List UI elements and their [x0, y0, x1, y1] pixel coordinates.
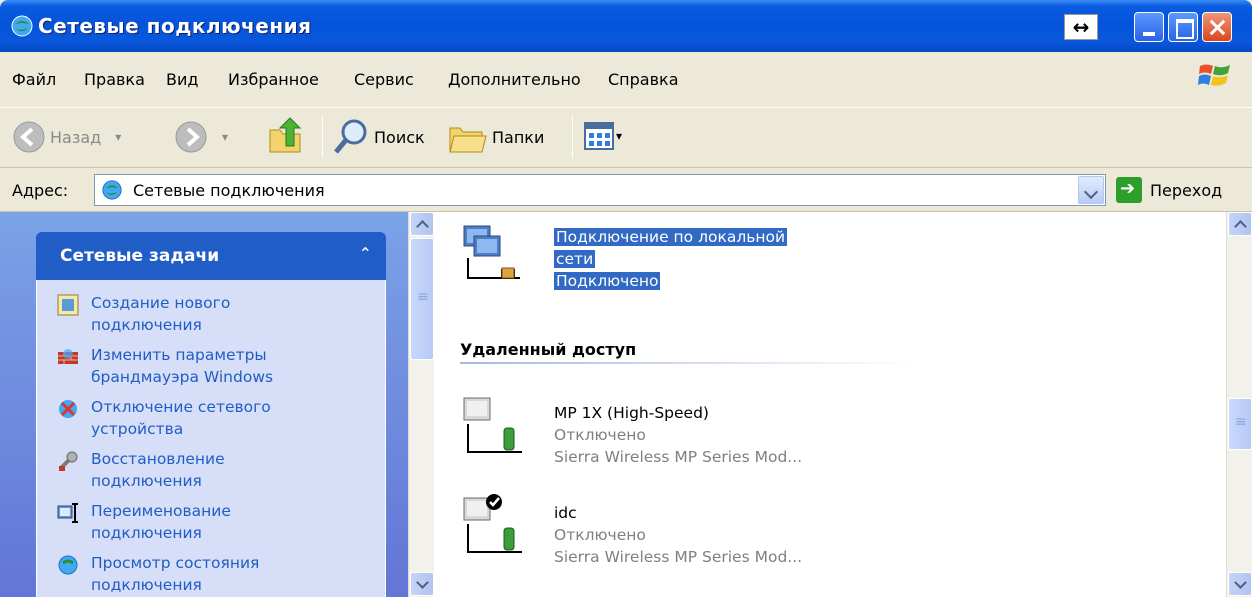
network-connections-icon: [11, 15, 33, 37]
task-label: Создание нового подключения: [91, 294, 231, 334]
task-pane-scrollbar[interactable]: [408, 212, 434, 597]
menu-edit[interactable]: Правка: [84, 70, 145, 89]
explorer-window: Сетевые подключения ↔ Файл Правка Вид Из…: [0, 0, 1252, 597]
rename-icon: [57, 503, 78, 523]
lan-connection-status: Подключено: [554, 272, 661, 290]
menu-advanced[interactable]: Дополнительно: [448, 70, 581, 89]
folders-label: Папки: [492, 127, 545, 147]
scroll-thumb[interactable]: [410, 238, 434, 360]
menu-favorites[interactable]: Избранное: [228, 70, 319, 89]
task-disable-device[interactable]: Отключение сетевого устройства: [57, 396, 321, 440]
back-label: Назад: [50, 127, 102, 147]
close-button[interactable]: [1202, 12, 1232, 42]
search-icon: [334, 119, 367, 154]
scroll-up-icon[interactable]: [410, 212, 434, 236]
disable-device-icon: [59, 400, 77, 418]
up-folder-button[interactable]: [268, 116, 306, 156]
dialup-connection-mp1x[interactable]: MP 1X (High-Speed) Отключено Sierra Wire…: [554, 402, 802, 468]
window-title: Сетевые подключения: [38, 14, 312, 38]
connections-list: Подключение по локальной сети Подключено…: [434, 212, 1226, 597]
network-tasks-header[interactable]: Сетевые задачи ⌃: [36, 232, 386, 280]
back-dropdown-icon[interactable]: ▾: [115, 130, 121, 144]
task-pane: Сетевые задачи ⌃ Создание нового подключ…: [0, 212, 408, 597]
menu-help[interactable]: Справка: [608, 70, 679, 89]
connection-device: Sierra Wireless MP Series Mod...: [554, 548, 803, 566]
back-arrow-icon: [13, 121, 45, 153]
repair-icon: [58, 451, 78, 471]
task-new-connection[interactable]: Создание нового подключения: [57, 292, 321, 336]
go-button[interactable]: Переход: [1116, 177, 1222, 203]
network-connections-icon: [102, 180, 122, 200]
lan-connection-name-line1: Подключение по локальной: [554, 228, 788, 246]
up-folder-icon: [269, 117, 302, 153]
task-repair-connection[interactable]: Восстановление подключения: [57, 448, 321, 492]
connection-device: Sierra Wireless MP Series Mod...: [554, 448, 803, 466]
title-bar[interactable]: Сетевые подключения ↔: [0, 0, 1252, 52]
maximize-button[interactable]: [1168, 12, 1198, 42]
forward-arrow-icon: [175, 121, 207, 153]
toolbar-separator: [322, 116, 323, 158]
content-area: Сетевые задачи ⌃ Создание нового подключ…: [0, 212, 1252, 597]
task-label: Изменить параметры брандмауэра Windows: [91, 346, 274, 386]
scroll-thumb[interactable]: [1228, 398, 1252, 450]
address-label: Адрес:: [12, 181, 69, 200]
task-rename-connection[interactable]: Переименование подключения: [57, 500, 321, 544]
address-input[interactable]: Сетевые подключения: [94, 174, 1106, 206]
go-arrow-icon: [1116, 177, 1142, 203]
connection-status: Отключено: [554, 426, 646, 444]
minimize-button[interactable]: [1134, 12, 1164, 42]
views-dropdown-icon[interactable]: ▾: [616, 129, 622, 143]
dialup-connection-icon[interactable]: [458, 394, 522, 458]
task-firewall-settings[interactable]: Изменить параметры брандмауэра Windows: [57, 344, 321, 388]
search-label: Поиск: [374, 127, 425, 147]
views-icon: [584, 122, 614, 150]
menu-tools[interactable]: Сервис: [354, 70, 414, 89]
toolbar: Назад ▾ ▾ Поиск Папки ▾: [0, 108, 1252, 168]
connection-name: MP 1X (High-Speed): [554, 404, 709, 422]
resize-icon[interactable]: ↔: [1064, 14, 1098, 40]
connection-name: idc: [554, 504, 577, 522]
scroll-down-icon[interactable]: [410, 572, 434, 596]
search-button[interactable]: Поиск: [332, 118, 425, 156]
task-label: Переименование подключения: [91, 502, 231, 542]
network-tasks-list: Создание нового подключения Изменить пар…: [36, 280, 386, 597]
folders-icon: [449, 127, 487, 153]
menu-bar: Файл Правка Вид Избранное Сервис Дополни…: [0, 52, 1252, 108]
address-bar: Адрес: Сетевые подключения Переход: [0, 168, 1252, 212]
new-connection-icon: [57, 294, 79, 316]
firewall-icon: [58, 349, 78, 364]
group-divider: [460, 362, 918, 364]
back-button[interactable]: Назад ▾: [12, 120, 121, 154]
scroll-up-icon[interactable]: [1228, 212, 1252, 236]
toolbar-separator: [572, 116, 573, 158]
lan-connection-icon[interactable]: [458, 222, 522, 286]
menu-view[interactable]: Вид: [166, 70, 198, 89]
forward-dropdown-icon[interactable]: ▾: [222, 130, 228, 144]
lan-connection-label[interactable]: Подключение по локальной сети Подключено: [554, 226, 788, 292]
dialup-group-header: Удаленный доступ: [460, 340, 637, 359]
task-label: Просмотр состояния подключения: [91, 554, 260, 594]
dialup-connection-icon[interactable]: [458, 494, 522, 558]
status-icon: [58, 555, 78, 575]
task-label: Отключение сетевого устройства: [91, 398, 271, 438]
collapse-icon[interactable]: ⌃: [359, 244, 372, 263]
connections-scrollbar[interactable]: [1226, 212, 1252, 597]
folders-button[interactable]: Папки: [448, 118, 544, 156]
views-button[interactable]: ▾: [584, 122, 622, 150]
address-value: Сетевые подключения: [133, 181, 325, 200]
go-label: Переход: [1150, 180, 1223, 200]
network-tasks-title: Сетевые задачи: [60, 246, 220, 266]
task-label: Восстановление подключения: [91, 450, 225, 490]
windows-logo-icon: [1198, 64, 1230, 86]
menu-file[interactable]: Файл: [12, 70, 56, 89]
scroll-down-icon[interactable]: [1228, 572, 1252, 596]
lan-connection-name-line2: сети: [554, 250, 596, 268]
connection-status: Отключено: [554, 526, 646, 544]
address-dropdown-icon[interactable]: [1078, 176, 1104, 204]
dialup-connection-idc[interactable]: idc Отключено Sierra Wireless MP Series …: [554, 502, 802, 568]
task-view-status[interactable]: Просмотр состояния подключения: [57, 552, 321, 596]
forward-button[interactable]: ▾: [174, 120, 228, 154]
